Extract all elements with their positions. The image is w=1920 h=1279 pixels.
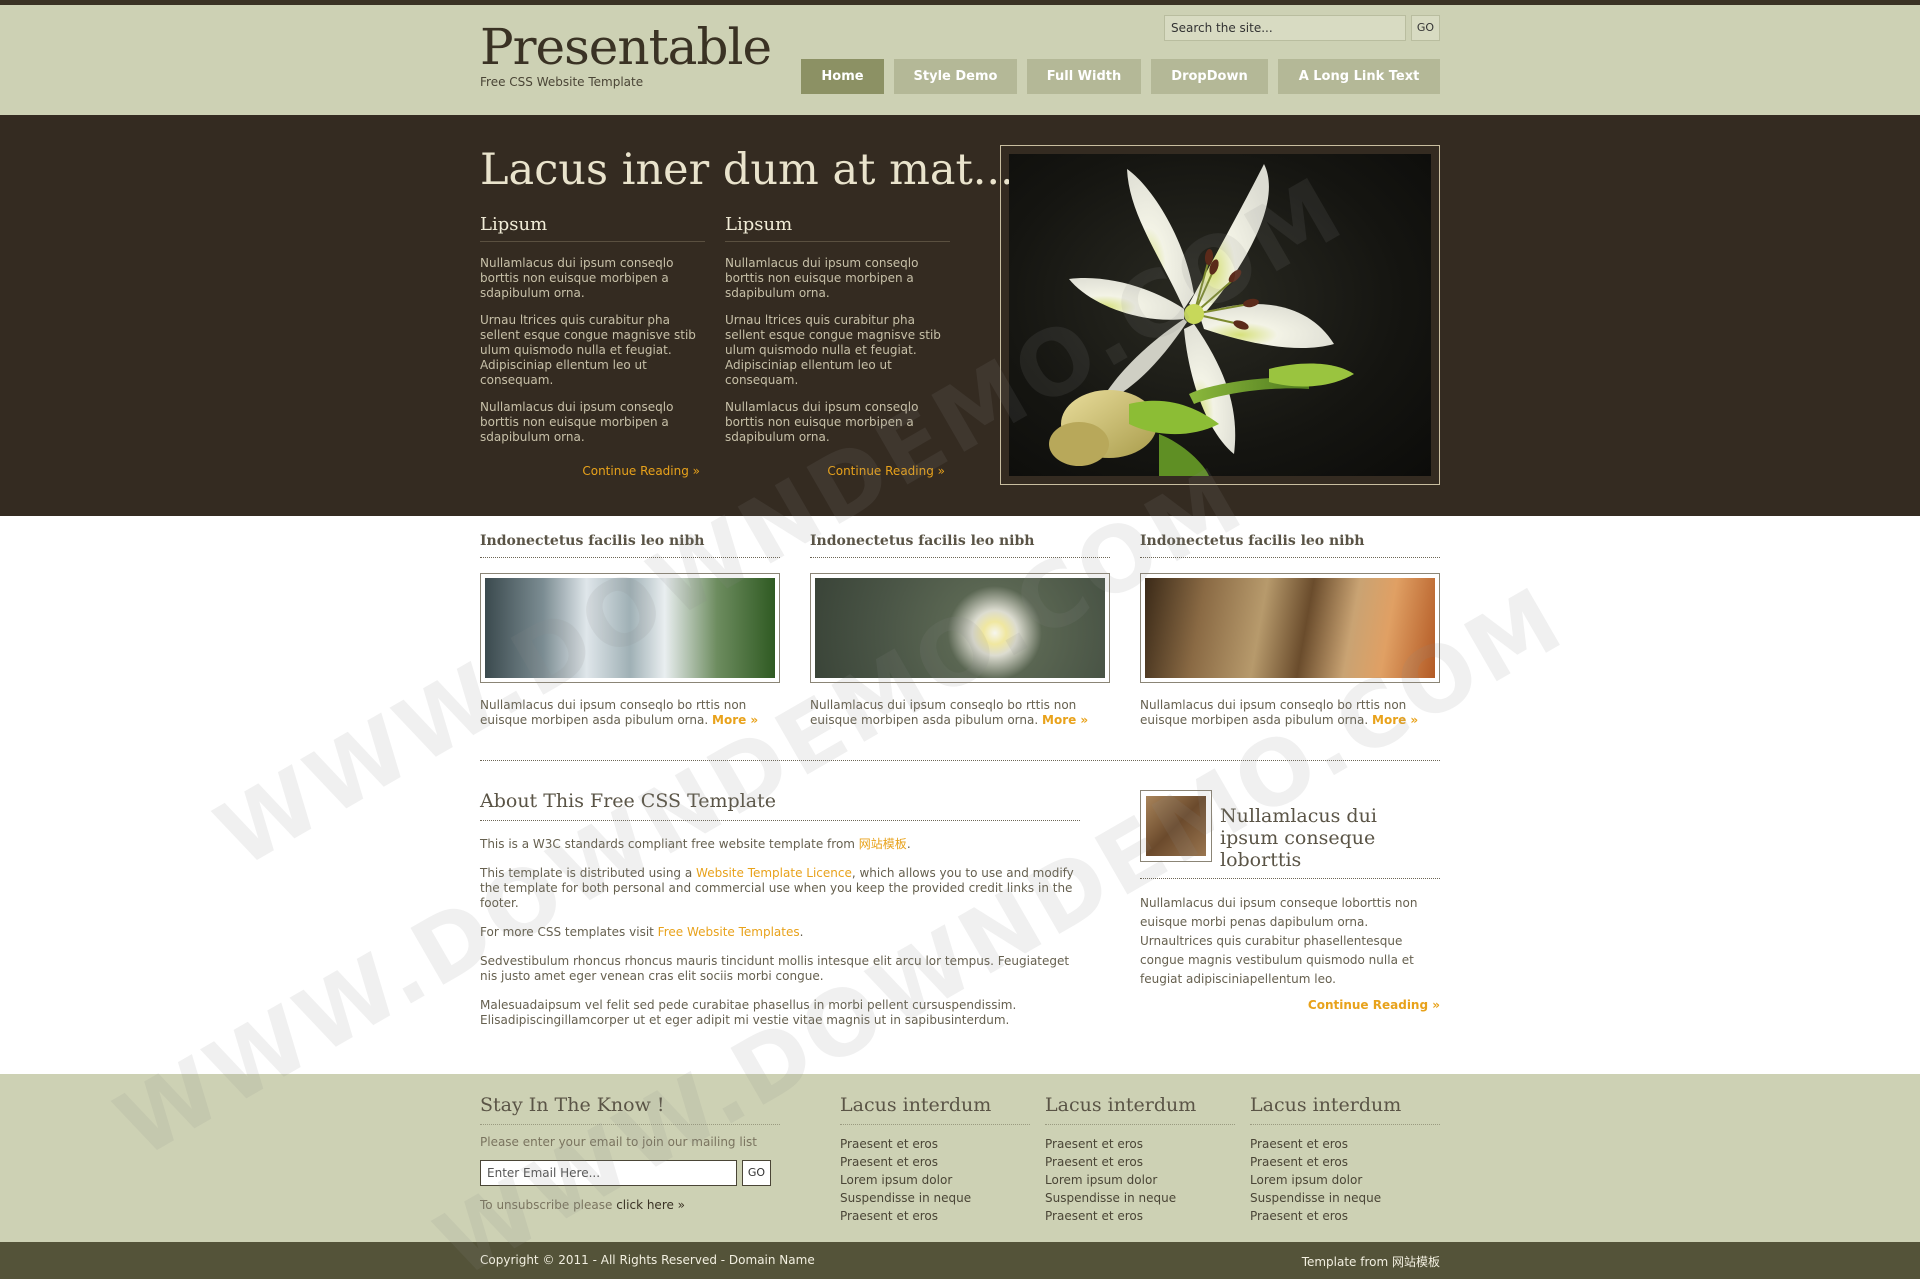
logo-subtitle: Free CSS Website Template <box>480 75 644 89</box>
footer-column-title: Lacus interdum <box>840 1094 1030 1125</box>
lily-image <box>1009 154 1431 476</box>
about-title: About This Free CSS Template <box>480 790 1080 821</box>
tree-bark-image <box>1145 578 1435 678</box>
hero-paragraph: Nullamlacus dui ipsum conseqlo borttis n… <box>725 256 919 300</box>
feature-image-frame[interactable] <box>810 573 1110 683</box>
sidebar-thumbnail[interactable] <box>1140 790 1212 862</box>
footer-link[interactable]: Praesent et eros <box>840 1153 1030 1171</box>
newsletter-title: Stay In The Know ! <box>480 1094 780 1125</box>
hero-column-heading: Lipsum <box>480 214 705 242</box>
unsubscribe-text: To unsubscribe please click here » <box>480 1198 686 1212</box>
feature-block: Indonectetus facilis leo nibh Nullamlacu… <box>810 533 1110 728</box>
footer-column-title: Lacus interdum <box>1045 1094 1235 1125</box>
nav-item-style-demo[interactable]: Style Demo <box>894 59 1017 94</box>
feature-image-frame[interactable] <box>480 573 780 683</box>
continue-reading-link[interactable]: Continue Reading » <box>720 464 945 478</box>
hero-column: Lipsum Nullamlacus dui ipsum conseqlo bo… <box>725 214 950 445</box>
footer-link-column: Lacus interdum Praesent et eros Praesent… <box>1045 1094 1235 1225</box>
footer-link[interactable]: Praesent et eros <box>1045 1153 1235 1171</box>
hero-column: Lipsum Nullamlacus dui ipsum conseqlo bo… <box>480 214 705 445</box>
footer-link[interactable]: Suspendisse in neque <box>1045 1189 1235 1207</box>
footer-link[interactable]: Praesent et eros <box>1045 1135 1235 1153</box>
about-paragraph: Sedvestibulum rhoncus rhoncus mauris tin… <box>480 954 1070 983</box>
source-link[interactable]: 网站模板 <box>859 837 907 851</box>
feature-text: Nullamlacus dui ipsum conseqlo bo rttis … <box>480 698 759 727</box>
more-link[interactable]: More » <box>1042 713 1088 727</box>
footer-link[interactable]: Praesent et eros <box>1250 1153 1440 1171</box>
lily-illustration <box>1049 164 1354 476</box>
hero-paragraph: Nullamlacus dui ipsum conseqlo borttis n… <box>480 256 674 300</box>
footer-column-title: Lacus interdum <box>1250 1094 1440 1125</box>
more-link[interactable]: More » <box>1372 713 1418 727</box>
footer-link[interactable]: Lorem ipsum dolor <box>1250 1171 1440 1189</box>
cracked-earth-image <box>1146 796 1206 856</box>
unsubscribe-link[interactable]: click here » <box>616 1198 685 1212</box>
nav-item-full-width[interactable]: Full Width <box>1027 59 1141 94</box>
about-paragraph: Malesuadaipsum vel felit sed pede curabi… <box>480 998 1017 1027</box>
water-lily-image <box>815 578 1105 678</box>
sidebar-divider <box>1140 878 1440 879</box>
feature-block: Indonectetus facilis leo nibh Nullamlacu… <box>1140 533 1440 728</box>
hero-paragraph: Urnau ltrices quis curabitur pha sellent… <box>725 313 941 387</box>
search-input[interactable]: Search the site... <box>1164 15 1406 41</box>
footer-link[interactable]: Praesent et eros <box>1250 1135 1440 1153</box>
hero-title: Lacus iner dum at mat... <box>480 145 1014 195</box>
more-link[interactable]: More » <box>712 713 758 727</box>
newsletter-description: Please enter your email to join our mail… <box>480 1135 757 1149</box>
feature-text: Nullamlacus dui ipsum conseqlo bo rttis … <box>1140 698 1419 727</box>
email-submit-button[interactable]: GO <box>742 1160 771 1186</box>
sidebar-title: Nullamlacus dui ipsum conseque loborttis <box>1220 805 1377 871</box>
bottom-bar <box>0 1242 1920 1279</box>
footer-link[interactable]: Praesent et eros <box>840 1135 1030 1153</box>
footer-link[interactable]: Lorem ipsum dolor <box>1045 1171 1235 1189</box>
hero-paragraph: Nullamlacus dui ipsum conseqlo borttis n… <box>480 400 674 444</box>
footer-link-column: Lacus interdum Praesent et eros Praesent… <box>840 1094 1030 1225</box>
feature-title: Indonectetus facilis leo nibh <box>480 533 780 558</box>
free-templates-link[interactable]: Free Website Templates <box>658 925 800 939</box>
about-paragraph: For more CSS templates visit Free Websit… <box>480 925 804 939</box>
hero-column-heading: Lipsum <box>725 214 950 242</box>
newsletter-block: Stay In The Know ! Please enter your ema… <box>480 1094 780 1212</box>
section-divider <box>480 760 1440 761</box>
sidebar-continue-link[interactable]: Continue Reading » <box>1140 998 1440 1012</box>
footer-link[interactable]: Suspendisse in neque <box>840 1189 1030 1207</box>
footer-link[interactable]: Suspendisse in neque <box>1250 1189 1440 1207</box>
feature-block: Indonectetus facilis leo nibh Nullamlacu… <box>480 533 780 728</box>
hero-paragraph: Urnau ltrices quis curabitur pha sellent… <box>480 313 696 387</box>
search-button[interactable]: GO <box>1411 15 1440 41</box>
feature-title: Indonectetus facilis leo nibh <box>1140 533 1440 558</box>
hero-paragraph: Nullamlacus dui ipsum conseqlo borttis n… <box>725 400 919 444</box>
footer-link[interactable]: Praesent et eros <box>1250 1207 1440 1225</box>
about-paragraph: This template is distributed using a Web… <box>480 866 1074 910</box>
feature-title: Indonectetus facilis leo nibh <box>810 533 1110 558</box>
feature-image-frame[interactable] <box>1140 573 1440 683</box>
feature-text: Nullamlacus dui ipsum conseqlo bo rttis … <box>810 698 1089 727</box>
nav-item-dropdown[interactable]: DropDown <box>1151 59 1268 94</box>
continue-reading-link[interactable]: Continue Reading » <box>475 464 700 478</box>
hero-image-frame <box>1000 145 1440 485</box>
footer-link[interactable]: Lorem ipsum dolor <box>840 1171 1030 1189</box>
footer-link-column: Lacus interdum Praesent et eros Praesent… <box>1250 1094 1440 1225</box>
footer-link[interactable]: Praesent et eros <box>840 1207 1030 1225</box>
email-field[interactable]: Enter Email Here... <box>480 1160 737 1186</box>
licence-link[interactable]: Website Template Licence <box>696 866 852 880</box>
copyright-text: Copyright © 2011 - All Rights Reserved -… <box>480 1253 815 1267</box>
waterfall-image <box>485 578 775 678</box>
about-paragraph: This is a W3C standards compliant free w… <box>480 837 911 851</box>
sidebar-text: Nullamlacus dui ipsum conseque loborttis… <box>1140 896 1418 986</box>
footer-link[interactable]: Praesent et eros <box>1045 1207 1235 1225</box>
nav-item-long-link[interactable]: A Long Link Text <box>1278 59 1440 94</box>
nav-item-home[interactable]: Home <box>801 59 884 94</box>
template-credit-link[interactable]: Template from 网站模板 <box>1140 1253 1440 1270</box>
logo-title[interactable]: Presentable <box>480 18 772 76</box>
about-section: About This Free CSS Template This is a W… <box>480 790 1080 1028</box>
